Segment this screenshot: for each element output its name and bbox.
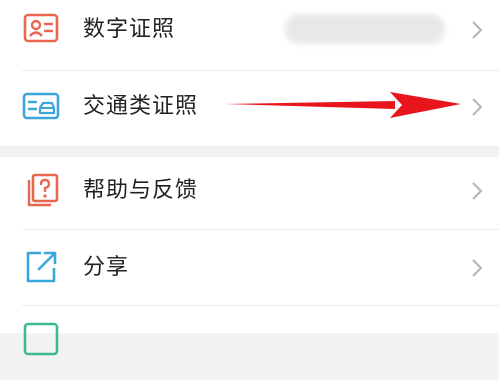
document-icon <box>21 320 61 360</box>
menu-item-digital-certificates[interactable]: 数字证照 <box>0 0 499 74</box>
vehicle-license-card-icon <box>21 86 61 126</box>
menu-item-partial[interactable] <box>0 306 499 380</box>
menu-group-general: 帮助与反馈 分享 <box>0 157 499 356</box>
menu-item-label: 帮助与反馈 <box>83 178 199 203</box>
red-arrow-annotation <box>225 92 461 118</box>
menu-item-label: 数字证照 <box>83 17 176 42</box>
menu-group-certificates: 数字证照 交通类证照 <box>0 0 499 146</box>
chevron-right-icon <box>470 96 484 118</box>
chevron-right-icon <box>470 257 484 279</box>
menu-item-help-feedback[interactable]: 帮助与反馈 <box>0 157 499 231</box>
menu-item-label: 分享 <box>83 255 130 280</box>
share-icon <box>21 247 61 287</box>
chevron-right-icon <box>470 19 484 41</box>
chevron-right-icon <box>470 180 484 202</box>
menu-item-label: 交通类证照 <box>83 94 199 119</box>
help-feedback-icon <box>21 171 61 211</box>
menu-item-share[interactable]: 分享 <box>0 230 499 304</box>
digital-id-card-icon <box>21 8 61 48</box>
blurred-value <box>285 14 445 44</box>
